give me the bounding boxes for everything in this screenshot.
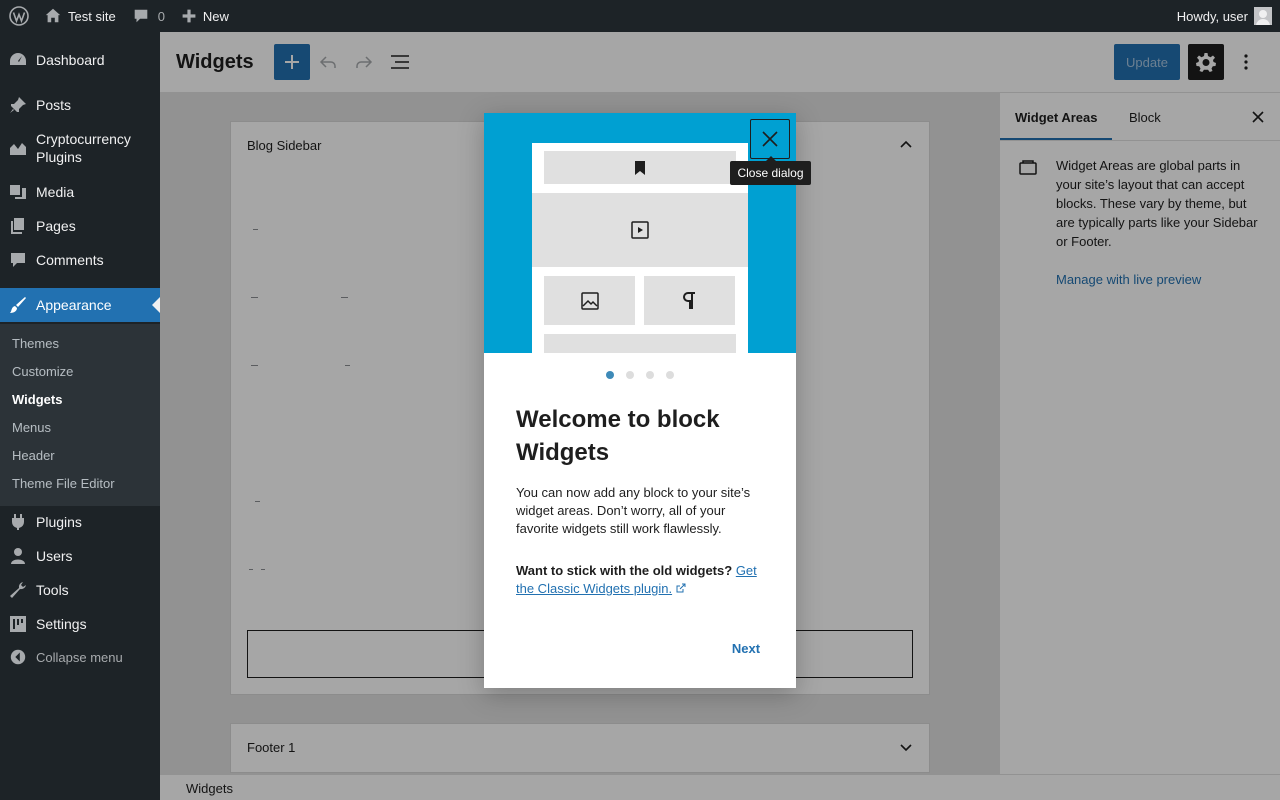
menu-item-label: Cryptocurrency Plugins xyxy=(36,131,131,165)
admin-bar: Test site 0 New Howdy, user xyxy=(0,0,1280,32)
wrench-icon xyxy=(0,580,36,600)
plus-icon xyxy=(182,9,196,23)
close-icon xyxy=(762,131,778,147)
menu-item-posts[interactable]: Posts xyxy=(0,95,160,115)
pin-icon xyxy=(0,95,36,115)
menu-item-media[interactable]: Media xyxy=(0,182,160,202)
avatar xyxy=(1254,7,1272,25)
menu-item-label: Tools xyxy=(36,582,69,598)
submenu-item-theme-file-editor[interactable]: Theme File Editor xyxy=(12,476,115,491)
account-menu[interactable]: Howdy, user xyxy=(1177,7,1280,25)
welcome-guide-dialog: Welcome to block Widgets You can now add… xyxy=(484,113,796,688)
page-dot-3[interactable] xyxy=(646,371,654,379)
dialog-heading: Welcome to block Widgets xyxy=(516,406,720,466)
collapse-menu-button[interactable]: Collapse menu xyxy=(0,648,123,666)
settings-icon xyxy=(0,614,36,634)
site-name-link[interactable]: Test site xyxy=(36,0,124,32)
classic-widgets-question: Want to stick with the old widgets? xyxy=(516,563,733,578)
page-dot-4[interactable] xyxy=(666,371,674,379)
menu-item-label: Users xyxy=(36,548,73,564)
illustration-block xyxy=(544,334,736,353)
greeting: Howdy, user xyxy=(1176,8,1248,24)
submenu-item-customize[interactable]: Customize xyxy=(12,364,73,379)
new-label: New xyxy=(202,8,229,24)
home-icon xyxy=(45,8,61,23)
bookmark-icon xyxy=(635,160,645,175)
dashboard-icon xyxy=(0,50,36,70)
page-dot-2[interactable] xyxy=(626,371,634,379)
menu-item-users[interactable]: Users xyxy=(0,546,160,566)
menu-item-settings[interactable]: Settings xyxy=(0,614,160,634)
illustration-block xyxy=(544,151,736,184)
illustration-block xyxy=(544,276,635,325)
menu-item-label: Appearance xyxy=(36,297,112,313)
media-icon xyxy=(0,182,36,202)
site-name: Test site xyxy=(68,8,116,24)
pagination-dots xyxy=(484,371,796,379)
menu-item-pages[interactable]: Pages xyxy=(0,216,160,236)
comment-icon xyxy=(134,9,147,23)
illustration-block xyxy=(644,276,735,325)
pages-icon xyxy=(0,216,36,236)
classic-widgets-note: Want to stick with the old widgets? Get … xyxy=(516,562,766,598)
page-dot-1[interactable] xyxy=(606,371,614,379)
menu-item-cryptocurrency-plugins[interactable]: Cryptocurrency Plugins xyxy=(0,129,160,167)
new-content-link[interactable]: New xyxy=(173,0,237,32)
comment-icon xyxy=(0,250,36,270)
next-button[interactable]: Next xyxy=(716,636,776,660)
menu-item-label: Dashboard xyxy=(36,52,105,68)
close-dialog-button[interactable] xyxy=(750,119,790,159)
menu-item-plugins[interactable]: Plugins xyxy=(0,512,160,532)
chart-area-icon xyxy=(0,138,36,158)
illustration-block xyxy=(532,193,748,267)
menu-item-label: Plugins xyxy=(36,514,82,530)
admin-menu: Dashboard Posts Cryptocurrency Plugins M… xyxy=(0,32,160,800)
menu-item-label: Settings xyxy=(36,616,87,632)
appearance-submenu: Themes Customize Widgets Menus Header Th… xyxy=(0,324,160,506)
paragraph-icon xyxy=(682,291,695,309)
comments-link[interactable]: 0 xyxy=(124,0,173,32)
wordpress-logo-icon[interactable] xyxy=(2,0,36,32)
paintbrush-icon xyxy=(0,295,36,315)
collapse-icon xyxy=(0,648,36,666)
submenu-item-header[interactable]: Header xyxy=(12,448,55,463)
menu-item-comments[interactable]: Comments xyxy=(0,250,160,270)
menu-item-appearance[interactable]: Appearance xyxy=(0,288,160,322)
video-icon xyxy=(631,221,649,239)
menu-item-label: Comments xyxy=(36,252,104,268)
user-icon xyxy=(0,546,36,566)
plugin-icon xyxy=(0,512,36,532)
menu-item-dashboard[interactable]: Dashboard xyxy=(0,50,160,70)
illustration-page xyxy=(532,143,748,353)
submenu-item-widgets[interactable]: Widgets xyxy=(12,392,62,407)
external-link-icon xyxy=(676,583,686,593)
submenu-item-menus[interactable]: Menus xyxy=(12,420,51,435)
menu-item-label: Posts xyxy=(36,97,72,113)
dialog-text: You can now add any block to your site’s… xyxy=(516,485,751,536)
close-dialog-tooltip: Close dialog xyxy=(730,156,811,185)
menu-item-label: Media xyxy=(36,184,75,200)
comments-count: 0 xyxy=(157,8,165,24)
image-icon xyxy=(580,291,599,310)
menu-item-label: Pages xyxy=(36,218,76,234)
collapse-label: Collapse menu xyxy=(36,649,123,665)
submenu-item-themes[interactable]: Themes xyxy=(12,336,59,351)
menu-item-tools[interactable]: Tools xyxy=(0,580,160,600)
